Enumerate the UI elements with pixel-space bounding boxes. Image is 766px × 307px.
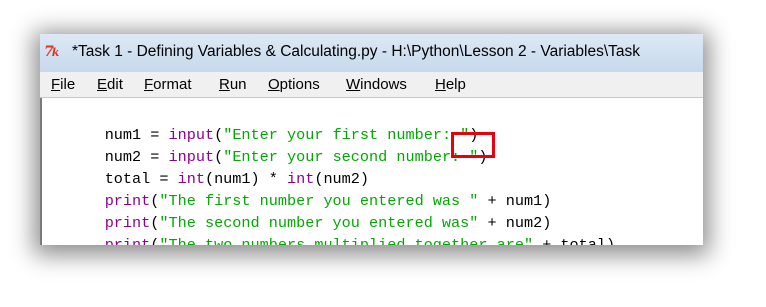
menu-file[interactable]: File bbox=[51, 76, 75, 93]
menu-bar: File Edit Format Run Options Windows Hel… bbox=[40, 72, 703, 98]
window-title: *Task 1 - Defining Variables & Calculati… bbox=[72, 43, 641, 60]
code-token: + total) bbox=[533, 236, 616, 245]
menu-run[interactable]: Run bbox=[219, 76, 247, 93]
menu-help[interactable]: Help bbox=[435, 76, 466, 93]
highlight-box bbox=[451, 132, 495, 158]
code-token: print bbox=[104, 236, 151, 245]
idle-python-icon: 7k bbox=[44, 44, 59, 60]
idle-editor-window: 7k *Task 1 - Defining Variables & Calcul… bbox=[40, 34, 703, 245]
code-line-6[interactable]: print("The two numbers multiplied togeth… bbox=[50, 215, 615, 245]
menu-windows[interactable]: Windows bbox=[346, 76, 407, 93]
menu-edit[interactable]: Edit bbox=[97, 76, 123, 93]
code-editor[interactable]: num1 = input("Enter your first number: "… bbox=[40, 98, 703, 245]
menu-format[interactable]: Format bbox=[144, 76, 192, 93]
code-token: "The two numbers multiplied together are… bbox=[159, 236, 534, 245]
title-bar[interactable]: 7k *Task 1 - Defining Variables & Calcul… bbox=[40, 34, 703, 72]
menu-options[interactable]: Options bbox=[268, 76, 320, 93]
